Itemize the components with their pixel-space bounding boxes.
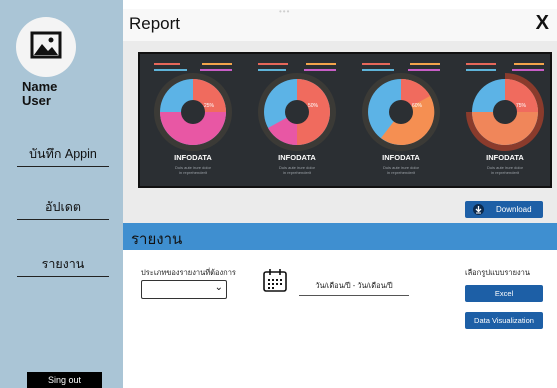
user-name-line1: Name [22, 79, 58, 94]
data-visualization-button[interactable]: Data Visualization [465, 312, 543, 329]
signout-button[interactable]: Sing out [27, 372, 102, 388]
card-sub: Duis aute irure dolor in reprehenderit [350, 165, 452, 175]
percent-label: 75% [516, 103, 527, 109]
card-sub: Duis aute irure dolor in reprehenderit [142, 165, 244, 175]
card-label: INFODATA [486, 153, 524, 162]
card-label: INFODATA [278, 153, 316, 162]
report-type-label: ประเภทของรายงานที่ต้องการ [141, 268, 236, 277]
card-sub-line2: in reprehenderit [490, 170, 520, 175]
image-icon [30, 31, 62, 59]
infodata-card: 25% INFODATA Duis aute irure dolor in re… [142, 54, 244, 186]
user-name: Name User [22, 80, 57, 108]
sidebar-item-report[interactable]: รายงาน [17, 254, 109, 277]
date-range-field[interactable]: วัน/เดือน/ปี - วัน/เดือน/ปี [299, 280, 409, 296]
report-type-select[interactable]: ⌄ [141, 280, 227, 299]
user-name-line2: User [22, 93, 51, 108]
card-label: INFODATA [174, 153, 212, 162]
card-sub-line2: in reprehenderit [178, 170, 208, 175]
donut-chart-icon: 50% [258, 63, 336, 151]
page-title: Report [129, 14, 181, 33]
chevron-down-icon: ⌄ [214, 282, 223, 293]
card-sub-line2: in reprehenderit [386, 170, 416, 175]
report-section-title: รายงาน [131, 231, 183, 248]
card-sub: Duis aute irure dolor in reprehenderit [246, 165, 348, 175]
report-section-header: รายงาน [123, 223, 557, 250]
sidebar-item-update[interactable]: อัปเดต [17, 197, 109, 220]
percent-label: 25% [204, 103, 215, 109]
dashboard-preview: 25% INFODATA Duis aute irure dolor in re… [138, 52, 552, 188]
header-bar: Report ••• X [123, 7, 557, 41]
calendar-icon[interactable] [262, 267, 288, 293]
avatar[interactable] [16, 17, 76, 77]
card-sub-line2: in reprehenderit [282, 170, 312, 175]
download-label: Download [496, 205, 532, 214]
donut-chart-icon: 75% [466, 63, 544, 151]
sidebar: Name User บันทึก Appin อัปเดต รายงาน Sin… [0, 0, 123, 388]
percent-label: 50% [308, 103, 319, 109]
percent-label: 60% [412, 103, 423, 109]
infodata-card: 60% INFODATA Duis aute irure dolor in re… [350, 54, 452, 186]
sidebar-item-record[interactable]: บันทึก Appin [17, 144, 109, 167]
drag-handle-icon[interactable]: ••• [279, 7, 290, 16]
excel-button[interactable]: Excel [465, 285, 543, 302]
download-icon [473, 204, 484, 215]
download-button[interactable]: Download [465, 201, 543, 218]
donut-chart-icon: 60% [362, 63, 440, 151]
donut-chart-icon: 25% [154, 63, 232, 151]
report-format-label: เลือกรูปแบบรายงาน [465, 268, 530, 277]
infodata-card: 75% INFODATA Duis aute irure dolor in re… [454, 54, 556, 186]
close-icon[interactable]: X [536, 12, 549, 35]
card-label: INFODATA [382, 153, 420, 162]
infodata-card: 50% INFODATA Duis aute irure dolor in re… [246, 54, 348, 186]
card-sub: Duis aute irure dolor in reprehenderit [454, 165, 556, 175]
